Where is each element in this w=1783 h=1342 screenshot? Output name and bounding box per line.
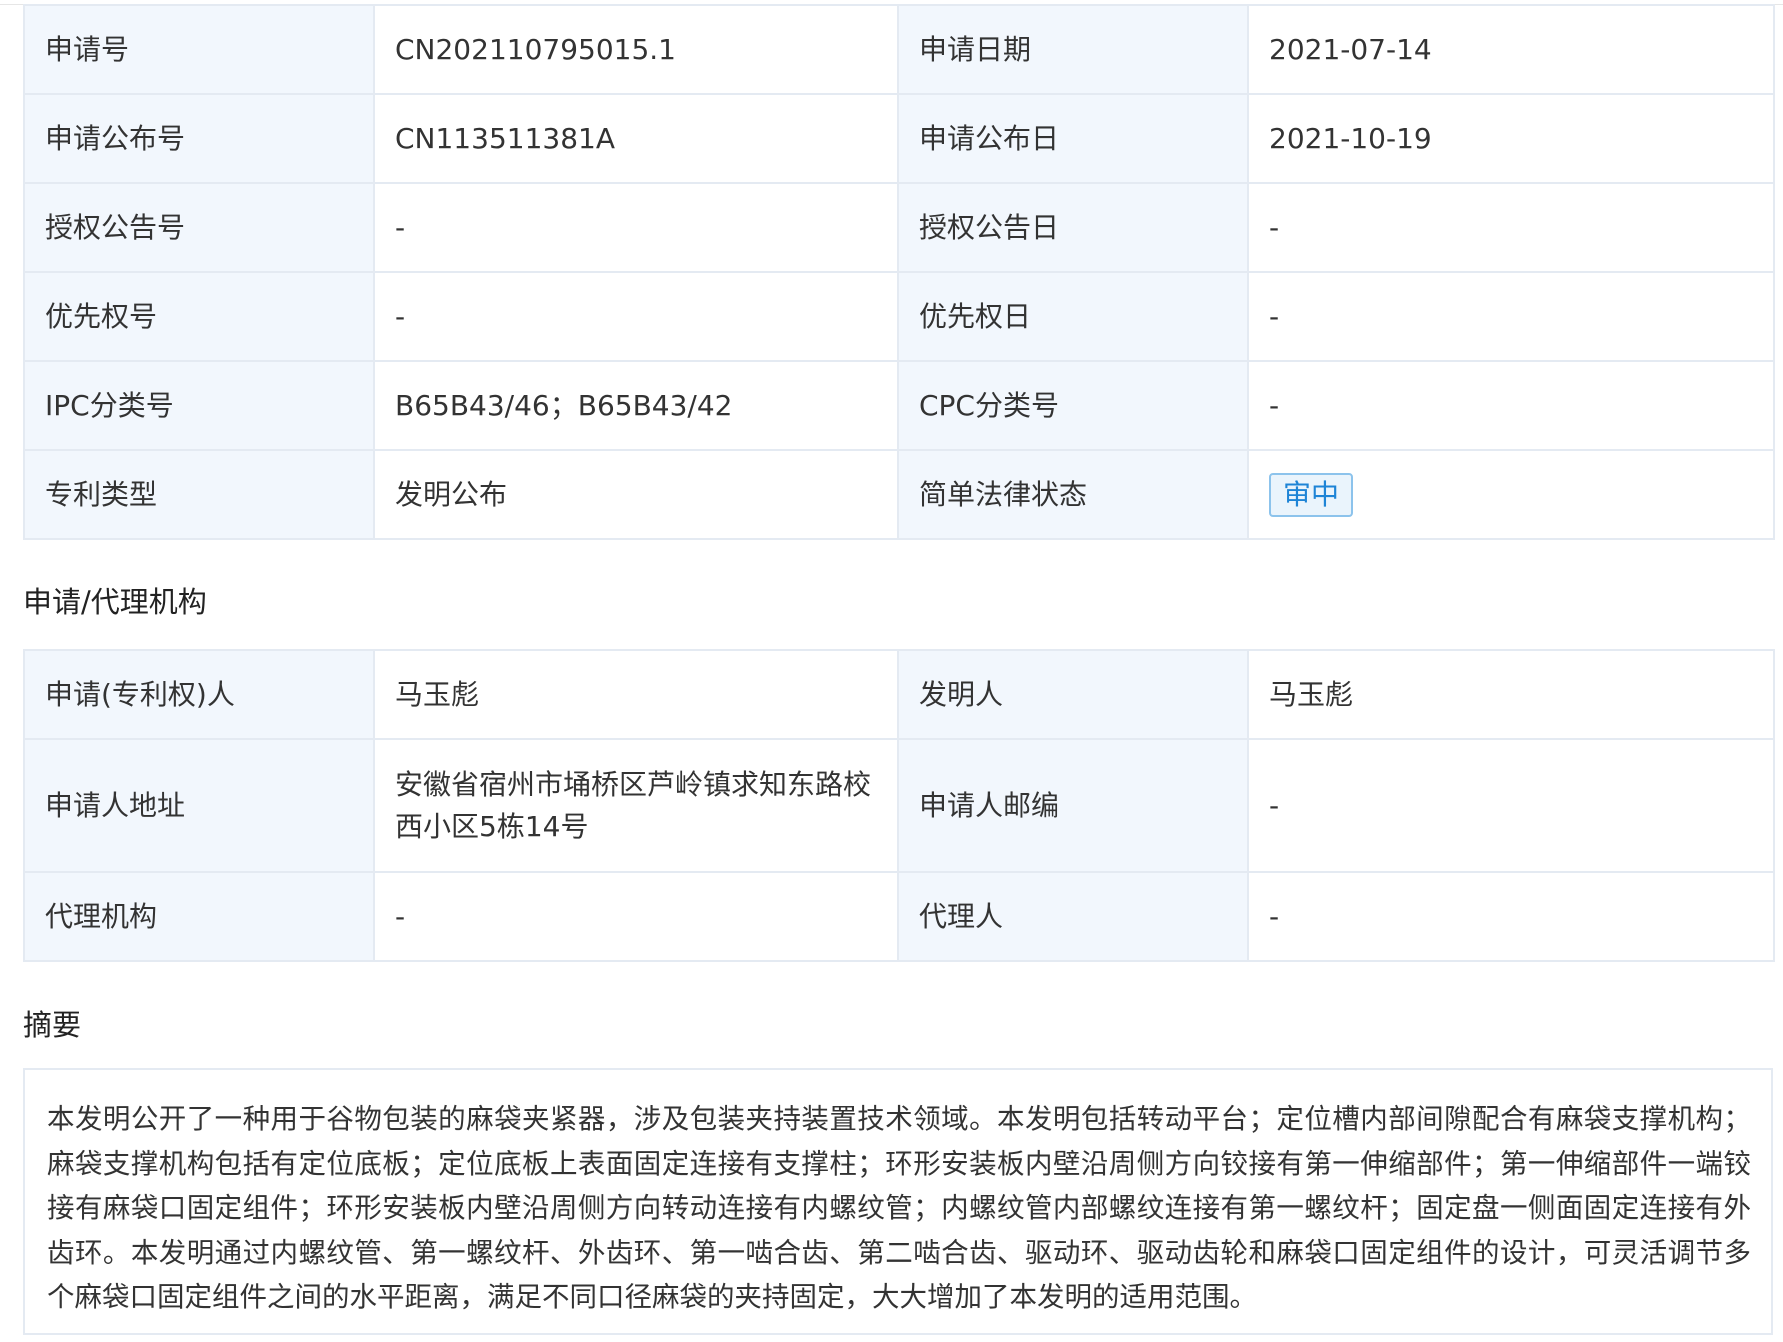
abstract-text: 本发明公开了一种用于谷物包装的麻袋夹紧器，涉及包装夹持装置技术领域。本发明包括转… (23, 1068, 1773, 1335)
label-publication-date: 申请公布日 (897, 93, 1249, 184)
value-priority-number: - (373, 271, 899, 362)
label-priority-date: 优先权日 (897, 271, 1249, 362)
value-legal-status-cell: 审中 (1247, 449, 1775, 540)
table-row: 申请(专利权)人 马玉彪 发明人 马玉彪 (23, 649, 1775, 740)
label-legal-status: 简单法律状态 (897, 449, 1249, 540)
table-row: 代理机构 - 代理人 - (23, 871, 1775, 962)
value-agent: - (1247, 871, 1775, 962)
table-row: 专利类型 发明公布 简单法律状态 审中 (23, 449, 1775, 540)
table-row: 优先权号 - 优先权日 - (23, 271, 1775, 362)
value-application-date: 2021-07-14 (1247, 4, 1775, 95)
value-application-number: CN202110795015.1 (373, 4, 899, 95)
label-application-number: 申请号 (23, 4, 375, 95)
label-application-date: 申请日期 (897, 4, 1249, 95)
table-row: IPC分类号 B65B43/46；B65B43/42 CPC分类号 - (23, 360, 1775, 451)
label-ipc-class: IPC分类号 (23, 360, 375, 451)
value-applicant-address: 安徽省宿州市埇桥区芦岭镇求知东路校西小区5栋14号 (373, 738, 899, 873)
table-row: 申请人地址 安徽省宿州市埇桥区芦岭镇求知东路校西小区5栋14号 申请人邮编 - (23, 738, 1775, 873)
label-inventor: 发明人 (897, 649, 1249, 740)
value-grant-date: - (1247, 182, 1775, 273)
label-priority-number: 优先权号 (23, 271, 375, 362)
value-grant-number: - (373, 182, 899, 273)
label-publication-number: 申请公布号 (23, 93, 375, 184)
status-badge[interactable]: 审中 (1269, 472, 1354, 517)
value-publication-number: CN113511381A (373, 93, 899, 184)
table-row: 申请公布号 CN113511381A 申请公布日 2021-10-19 (23, 93, 1775, 184)
agency-info-table: 申请(专利权)人 马玉彪 发明人 马玉彪 申请人地址 安徽省宿州市埇桥区芦岭镇求… (23, 649, 1775, 962)
label-cpc-class: CPC分类号 (897, 360, 1249, 451)
table-row: 申请号 CN202110795015.1 申请日期 2021-07-14 (23, 4, 1775, 95)
label-agency: 代理机构 (23, 871, 375, 962)
label-agent: 代理人 (897, 871, 1249, 962)
label-patent-type: 专利类型 (23, 449, 375, 540)
label-applicant-postcode: 申请人邮编 (897, 738, 1249, 873)
label-applicant: 申请(专利权)人 (23, 649, 375, 740)
value-applicant-postcode: - (1247, 738, 1775, 873)
label-grant-number: 授权公告号 (23, 182, 375, 273)
basic-info-table: 申请号 CN202110795015.1 申请日期 2021-07-14 申请公… (23, 4, 1775, 540)
section-title-abstract: 摘要 (23, 1008, 82, 1042)
section-title-agency: 申请/代理机构 (23, 585, 207, 619)
value-priority-date: - (1247, 271, 1775, 362)
value-publication-date: 2021-10-19 (1247, 93, 1775, 184)
label-applicant-address: 申请人地址 (23, 738, 375, 873)
value-ipc-class: B65B43/46；B65B43/42 (373, 360, 899, 451)
value-agency: - (373, 871, 899, 962)
value-patent-type: 发明公布 (373, 449, 899, 540)
value-inventor: 马玉彪 (1247, 649, 1775, 740)
table-row: 授权公告号 - 授权公告日 - (23, 182, 1775, 273)
label-grant-date: 授权公告日 (897, 182, 1249, 273)
value-applicant: 马玉彪 (373, 649, 899, 740)
value-cpc-class: - (1247, 360, 1775, 451)
